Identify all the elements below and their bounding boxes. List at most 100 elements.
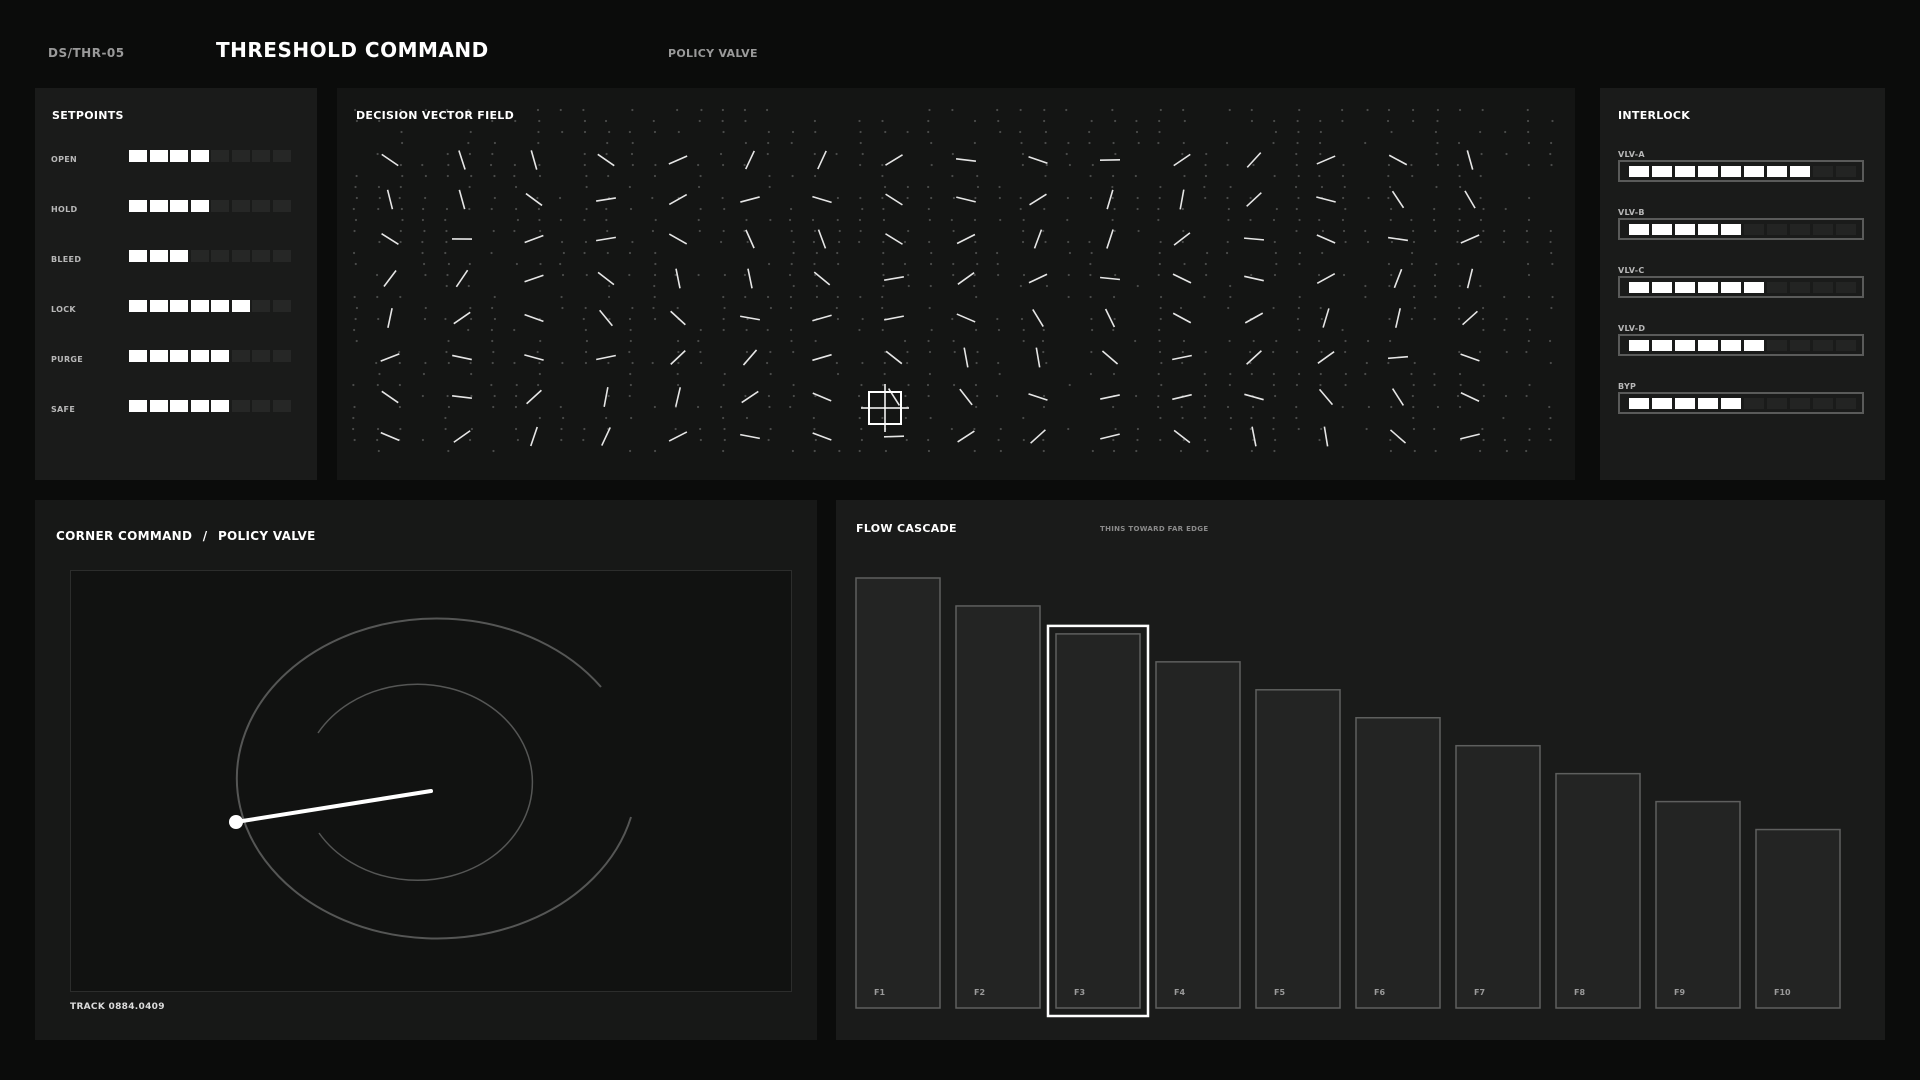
field-dot <box>882 251 885 255</box>
flow-bar-f8[interactable] <box>1555 772 1641 1009</box>
flow-bar-f2[interactable] <box>955 605 1041 1009</box>
flow-bar-f1[interactable] <box>855 577 941 1009</box>
setpoint-segment <box>272 350 291 362</box>
interlock-meter-vlv-b[interactable] <box>1618 218 1864 240</box>
field-dot <box>813 119 817 123</box>
field-dot <box>378 119 381 123</box>
field-dot <box>997 361 1000 365</box>
field-dot <box>468 262 471 266</box>
field-dot <box>1436 108 1440 112</box>
vector-arrow <box>670 310 686 326</box>
field-dot <box>1179 449 1183 453</box>
needle-handle[interactable] <box>229 815 243 829</box>
flow-bar-f3[interactable] <box>1055 633 1141 1009</box>
field-dot <box>470 394 473 398</box>
field-dot <box>1433 427 1436 431</box>
field-dot <box>353 295 356 299</box>
field-dot <box>559 218 562 222</box>
vector-field-canvas[interactable] <box>337 88 1575 480</box>
field-dot <box>1159 317 1162 321</box>
field-dot <box>514 427 518 431</box>
field-dot <box>424 174 427 178</box>
field-dot <box>399 427 402 431</box>
setpoint-segment <box>190 250 209 262</box>
field-dot <box>1505 350 1508 354</box>
field-dot <box>1367 196 1370 200</box>
field-dot <box>399 295 402 299</box>
field-dot <box>585 185 588 189</box>
field-dot <box>1022 438 1025 442</box>
field-dot <box>813 262 816 266</box>
valve-dial[interactable] <box>71 571 791 991</box>
field-dot <box>378 196 381 200</box>
vector-arrow <box>1029 193 1047 206</box>
field-dot <box>1296 119 1299 123</box>
field-dot <box>400 141 404 145</box>
field-dot <box>558 196 562 200</box>
field-dot <box>973 284 976 288</box>
field-dot <box>1341 108 1344 112</box>
flow-bar-f9[interactable] <box>1655 800 1741 1009</box>
field-dot <box>585 273 588 277</box>
setpoint-row-hold[interactable]: HOLD <box>51 200 291 220</box>
field-dot <box>1089 273 1092 277</box>
setpoint-row-purge[interactable]: PURGE <box>51 350 291 370</box>
vector-arrow <box>458 189 466 210</box>
field-dot <box>447 163 450 167</box>
field-dot <box>928 108 931 112</box>
field-dot <box>1505 317 1508 321</box>
crosshair-icon[interactable] <box>861 384 909 432</box>
interlock-meter-vlv-a[interactable] <box>1618 160 1864 182</box>
flow-bar-f10[interactable] <box>1755 828 1841 1009</box>
field-dot <box>1111 218 1114 222</box>
field-dot <box>1180 405 1183 409</box>
field-dot <box>1274 394 1277 398</box>
field-dot <box>1136 438 1139 442</box>
setpoint-row-open[interactable]: OPEN <box>51 150 291 170</box>
field-dot <box>1317 339 1321 343</box>
field-dot <box>859 196 862 200</box>
field-dot <box>468 152 472 156</box>
field-dot <box>814 339 817 343</box>
field-dot <box>1412 383 1415 387</box>
interlock-segment <box>1744 340 1764 351</box>
flow-bar-f5[interactable] <box>1255 689 1341 1009</box>
field-dot <box>769 350 772 354</box>
field-dot <box>445 240 448 244</box>
field-dot <box>399 185 402 189</box>
setpoint-row-bleed[interactable]: BLEED <box>51 250 291 270</box>
field-dot <box>1389 438 1392 442</box>
setpoint-row-lock[interactable]: LOCK <box>51 300 291 320</box>
vector-arrow <box>885 233 903 245</box>
field-dot <box>515 262 519 266</box>
field-dot <box>1068 163 1072 167</box>
field-dot <box>1387 174 1390 178</box>
field-dot <box>1088 141 1091 145</box>
field-dot <box>537 130 540 134</box>
setpoint-row-safe[interactable]: SAFE <box>51 400 291 420</box>
field-dot <box>1181 240 1184 244</box>
field-dot <box>1067 141 1070 145</box>
flow-bar-f6[interactable] <box>1355 717 1441 1009</box>
field-dot <box>1481 108 1484 112</box>
field-dot <box>952 383 956 387</box>
field-dot <box>1298 372 1301 376</box>
interlock-meter-byp[interactable] <box>1618 392 1864 414</box>
setpoint-segment <box>129 400 147 412</box>
vector-arrow <box>1246 350 1262 365</box>
field-dot <box>631 306 634 310</box>
setpoint-segment <box>190 350 209 362</box>
flow-bar-f4[interactable] <box>1155 661 1241 1009</box>
field-dot <box>1527 130 1530 134</box>
field-dot <box>1296 317 1300 321</box>
interlock-meter-vlv-c[interactable] <box>1618 276 1864 298</box>
field-dot <box>791 174 794 178</box>
field-dot <box>469 306 472 310</box>
vector-arrow <box>1179 189 1185 210</box>
field-dot <box>1528 438 1531 442</box>
field-dot <box>974 240 977 244</box>
field-dot <box>766 361 769 365</box>
setpoint-segment <box>170 200 188 212</box>
flow-bar-f7[interactable] <box>1455 744 1541 1009</box>
interlock-meter-vlv-d[interactable] <box>1618 334 1864 356</box>
